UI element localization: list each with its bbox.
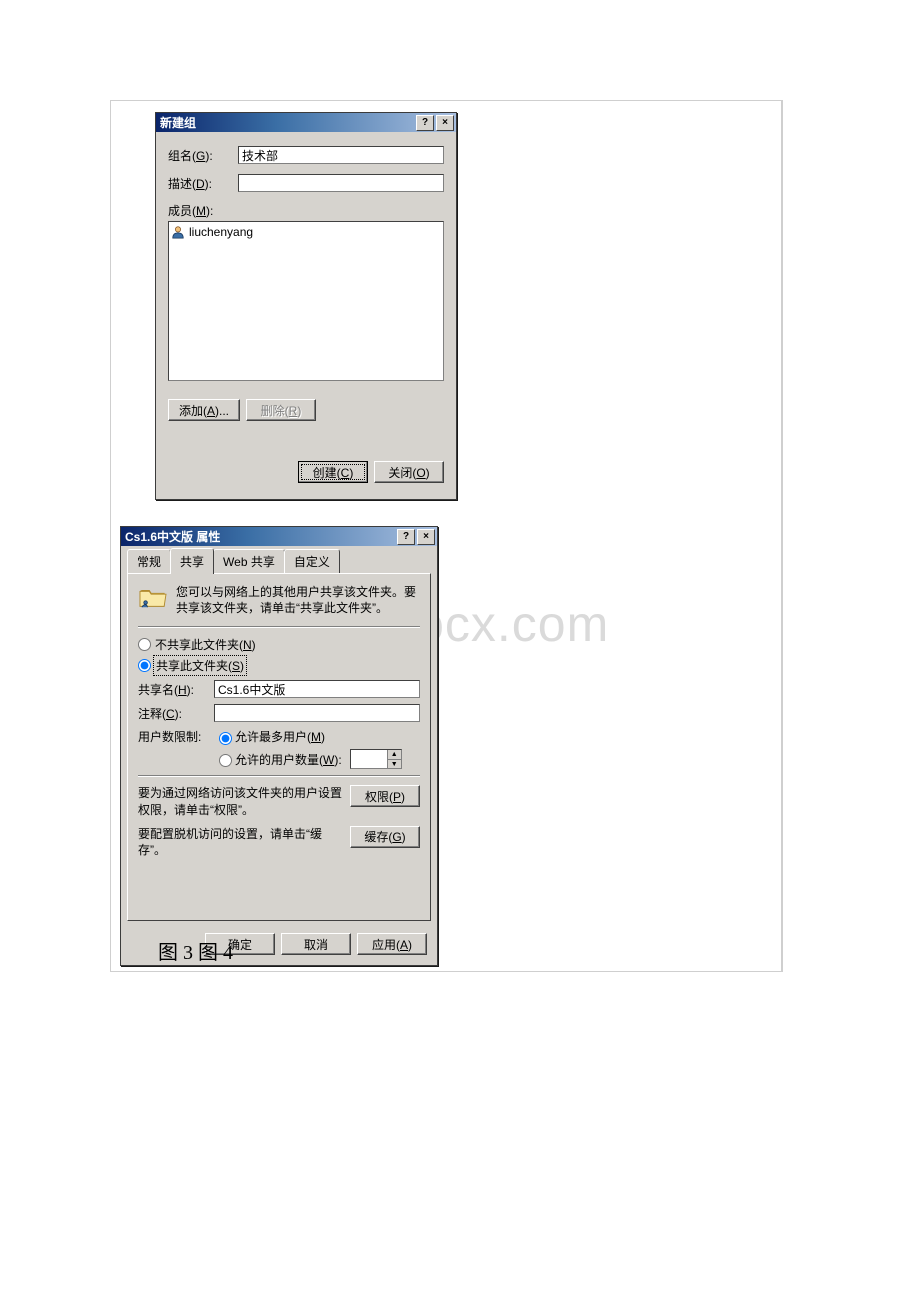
share-name-label: 共享名(H): bbox=[138, 681, 214, 698]
user-limit-label: 用户数限制: bbox=[138, 728, 214, 745]
tab-custom[interactable]: 自定义 bbox=[284, 549, 340, 573]
help-button[interactable]: ? bbox=[397, 529, 415, 545]
tab-web-share[interactable]: Web 共享 bbox=[213, 549, 285, 573]
group-name-input[interactable] bbox=[238, 146, 444, 164]
share-tab-panel: 您可以与网络上的其他用户共享该文件夹。要共享该文件夹，请单击“共享此文件夹”。 … bbox=[127, 573, 431, 921]
divider bbox=[138, 775, 420, 777]
description-input[interactable] bbox=[238, 174, 444, 192]
share-info-text: 您可以与网络上的其他用户共享该文件夹。要共享该文件夹，请单击“共享此文件夹”。 bbox=[176, 584, 420, 616]
comment-input[interactable] bbox=[214, 704, 420, 722]
radio-max-users-label: 允许最多用户(M) bbox=[235, 728, 325, 745]
figure-caption: 图 3 图 4 bbox=[158, 936, 233, 965]
spinner-down-icon[interactable]: ▼ bbox=[387, 760, 401, 769]
dialog2-title: Cs1.6中文版 属性 bbox=[125, 528, 395, 545]
group-name-label: 组名(G): bbox=[168, 147, 238, 164]
spinner-up-icon[interactable]: ▲ bbox=[387, 750, 401, 760]
user-count-spinner[interactable]: ▲ ▼ bbox=[350, 749, 402, 769]
permissions-button[interactable]: 权限(P) bbox=[350, 785, 420, 807]
share-name-input[interactable] bbox=[214, 680, 420, 698]
cache-text: 要配置脱机访问的设置，请单击“缓存”。 bbox=[138, 826, 342, 858]
description-label: 描述(D): bbox=[168, 175, 238, 192]
divider bbox=[138, 626, 420, 628]
members-label: 成员(M): bbox=[168, 202, 444, 219]
tab-general[interactable]: 常规 bbox=[127, 549, 171, 573]
cancel-button[interactable]: 取消 bbox=[281, 933, 351, 955]
member-name: liuchenyang bbox=[189, 225, 253, 239]
properties-dialog: Cs1.6中文版 属性 ? × 常规 共享 Web 共享 自定义 您可以与网络上… bbox=[120, 526, 438, 966]
close-button[interactable]: 关闭(O) bbox=[374, 461, 444, 483]
close-icon[interactable]: × bbox=[436, 115, 454, 131]
tab-share[interactable]: 共享 bbox=[170, 548, 214, 574]
dialog1-titlebar[interactable]: 新建组 ? × bbox=[156, 113, 456, 132]
add-button[interactable]: 添加(A)... bbox=[168, 399, 240, 421]
radio-max-users[interactable] bbox=[219, 732, 232, 745]
new-group-dialog: 新建组 ? × 组名(G): 描述(D): 成员(M): bbox=[155, 112, 457, 500]
user-icon bbox=[171, 225, 185, 239]
radio-share[interactable] bbox=[138, 659, 151, 672]
apply-button[interactable]: 应用(A) bbox=[357, 933, 427, 955]
radio-share-label: 共享此文件夹(S) bbox=[155, 657, 245, 674]
radio-user-count[interactable] bbox=[219, 754, 232, 767]
members-listbox[interactable]: liuchenyang bbox=[168, 221, 444, 381]
dialog1-title: 新建组 bbox=[160, 114, 414, 131]
dialog2-titlebar[interactable]: Cs1.6中文版 属性 ? × bbox=[121, 527, 437, 546]
create-button[interactable]: 创建(C) bbox=[298, 461, 368, 483]
help-button[interactable]: ? bbox=[416, 115, 434, 131]
folder-share-icon bbox=[138, 584, 168, 610]
radio-no-share-label: 不共享此文件夹(N) bbox=[155, 636, 256, 653]
radio-no-share[interactable] bbox=[138, 638, 151, 651]
remove-button[interactable]: 删除(R) bbox=[246, 399, 316, 421]
list-item[interactable]: liuchenyang bbox=[171, 224, 441, 240]
user-count-input[interactable] bbox=[351, 750, 387, 768]
cache-button[interactable]: 缓存(G) bbox=[350, 826, 420, 848]
comment-label: 注释(C): bbox=[138, 705, 214, 722]
close-icon[interactable]: × bbox=[417, 529, 435, 545]
tab-bar: 常规 共享 Web 共享 自定义 bbox=[127, 552, 431, 573]
radio-user-count-label: 允许的用户数量(W): bbox=[235, 751, 342, 768]
permissions-text: 要为通过网络访问该文件夹的用户设置权限，请单击“权限”。 bbox=[138, 785, 342, 817]
